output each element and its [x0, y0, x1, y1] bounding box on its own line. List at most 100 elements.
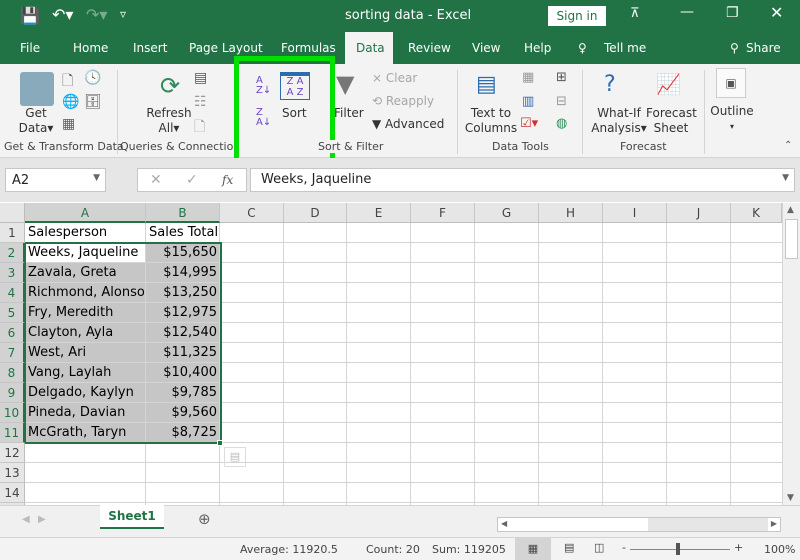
data-model-icon[interactable]: ◍ [556, 116, 567, 131]
horizontal-scrollbar[interactable]: ◀ ▶ [497, 517, 781, 532]
reapply-button[interactable]: ⟲ Reapply [372, 94, 434, 109]
column-header-I[interactable]: I [603, 203, 667, 223]
column-header-G[interactable]: G [475, 203, 539, 223]
what-if-analysis-button[interactable]: What-If Analysis▾ [590, 106, 648, 136]
zoom-level[interactable]: 100% [764, 543, 795, 556]
queries-connections-icon[interactable]: ▤ [194, 70, 207, 86]
normal-view-icon[interactable]: ▦ [515, 538, 551, 560]
text-to-columns-button[interactable]: Text to Columns [464, 106, 518, 136]
quick-analysis-icon[interactable]: ▤ [224, 447, 246, 467]
outline-button[interactable]: Outline ▾ [710, 104, 754, 134]
enter-icon[interactable]: ✓ [186, 169, 198, 191]
scrollbar-thumb[interactable] [785, 219, 798, 259]
restore-button[interactable]: ❐ [726, 5, 739, 21]
row-header-1[interactable]: 1 [0, 223, 25, 243]
from-text-icon[interactable]: 🗋 [62, 70, 73, 94]
tab-view[interactable]: View [472, 32, 500, 64]
ribbon-display-icon[interactable]: ⊼ [630, 6, 640, 21]
prev-sheet-icon[interactable]: ◀ [22, 514, 30, 525]
flash-fill-icon[interactable]: ▦ [522, 70, 534, 85]
forecast-sheet-button[interactable]: Forecast Sheet [646, 106, 697, 136]
formula-input[interactable]: Weeks, Jaqueline ▼ [250, 168, 795, 192]
relationships-icon[interactable]: ⊟ [556, 94, 567, 109]
select-all-button[interactable] [0, 203, 25, 223]
column-header-J[interactable]: J [667, 203, 731, 223]
row-header-14[interactable]: 14 [0, 483, 25, 503]
column-header-A[interactable]: A [25, 203, 146, 223]
recent-sources-icon[interactable]: 🕓 [84, 70, 101, 86]
cell-A1[interactable]: Salesperson [25, 223, 146, 243]
refresh-all-button[interactable]: Refresh All▾ [146, 106, 192, 136]
fill-handle[interactable] [217, 440, 223, 446]
filter-button[interactable]: Filter [334, 106, 364, 121]
scroll-up-icon[interactable]: ▲ [787, 205, 794, 215]
row-header-10[interactable]: 10 [0, 403, 25, 423]
row-header-4[interactable]: 4 [0, 283, 25, 303]
consolidate-icon[interactable]: ⊞ [556, 70, 567, 85]
column-header-K[interactable]: K [731, 203, 782, 223]
tab-data[interactable]: Data [345, 32, 393, 64]
minimize-button[interactable]: — [680, 4, 694, 20]
row-header-5[interactable]: 5 [0, 303, 25, 323]
row-header-8[interactable]: 8 [0, 363, 25, 383]
row-header-7[interactable]: 7 [0, 343, 25, 363]
column-header-C[interactable]: C [220, 203, 284, 223]
chevron-down-icon[interactable]: ▼ [93, 173, 100, 183]
new-sheet-button[interactable]: ⊕ [198, 510, 211, 528]
expand-formula-icon[interactable]: ▼ [782, 173, 789, 183]
share-button[interactable]: Share [746, 32, 781, 64]
zoom-in-button[interactable]: + [734, 541, 743, 554]
get-data-button[interactable]: Get Data▾ [16, 106, 56, 136]
row-header-9[interactable]: 9 [0, 383, 25, 403]
vertical-scrollbar[interactable]: ▲ ▼ [782, 203, 800, 505]
zoom-slider-thumb[interactable] [676, 543, 680, 555]
tab-insert[interactable]: Insert [133, 32, 167, 64]
tab-help[interactable]: Help [524, 32, 551, 64]
sheet-tab-sheet1[interactable]: Sheet1 [100, 505, 164, 529]
properties-icon[interactable]: ☷ [194, 94, 207, 110]
row-header-11[interactable]: 11 [0, 423, 25, 443]
row-header-13[interactable]: 13 [0, 463, 25, 483]
row-header-2[interactable]: 2 [0, 243, 25, 263]
column-header-E[interactable]: E [347, 203, 411, 223]
scroll-down-icon[interactable]: ▼ [787, 493, 794, 503]
scroll-right-icon[interactable]: ▶ [771, 519, 777, 528]
redo-icon[interactable]: ↷▾ [86, 5, 107, 24]
data-validation-icon[interactable]: ☑▾ [520, 116, 538, 131]
column-header-D[interactable]: D [284, 203, 347, 223]
page-layout-view-icon[interactable]: ▤ [564, 541, 574, 554]
page-break-view-icon[interactable]: ◫ [594, 541, 604, 554]
row-header-6[interactable]: 6 [0, 323, 25, 343]
edit-links-icon[interactable]: 🗋 [194, 116, 205, 140]
column-header-F[interactable]: F [411, 203, 475, 223]
undo-icon[interactable]: ↶▾ [52, 5, 73, 24]
cancel-icon[interactable]: ✕ [150, 169, 162, 191]
column-header-B[interactable]: B [146, 203, 220, 223]
existing-connections-icon[interactable]: 🗄 [84, 94, 102, 110]
from-table-icon[interactable]: ▦ [62, 116, 75, 132]
customize-qat-icon[interactable]: ▿ [120, 7, 126, 21]
remove-duplicates-icon[interactable]: ▥ [522, 94, 534, 109]
tab-file[interactable]: File [20, 32, 40, 64]
clear-button[interactable]: ⨯ Clear [372, 71, 417, 86]
advanced-button[interactable]: ▼ Advanced [372, 117, 444, 132]
tell-me-search[interactable]: Tell me [604, 32, 646, 64]
cell-B1[interactable]: Sales Total [146, 223, 220, 243]
tab-review[interactable]: Review [408, 32, 451, 64]
scroll-left-icon[interactable]: ◀ [501, 519, 507, 528]
sign-in-button[interactable]: Sign in [548, 6, 606, 26]
collapse-ribbon-icon[interactable]: ⌃ [784, 140, 792, 151]
from-web-icon[interactable]: 🌐 [62, 94, 79, 110]
save-icon[interactable]: 💾 [20, 6, 40, 25]
row-header-3[interactable]: 3 [0, 263, 25, 283]
zoom-slider[interactable] [630, 549, 730, 550]
next-sheet-icon[interactable]: ▶ [38, 514, 46, 525]
worksheet-grid[interactable]: Salesperson Sales Total Weeks, Jaqueline $1… [0, 203, 800, 505]
name-box[interactable]: A2 ▼ [5, 168, 106, 192]
insert-function-icon[interactable]: fx [222, 169, 233, 191]
tab-home[interactable]: Home [73, 32, 108, 64]
column-header-H[interactable]: H [539, 203, 603, 223]
zoom-out-button[interactable]: - [622, 541, 626, 554]
close-button[interactable]: ✕ [770, 3, 783, 22]
row-header-12[interactable]: 12 [0, 443, 25, 463]
